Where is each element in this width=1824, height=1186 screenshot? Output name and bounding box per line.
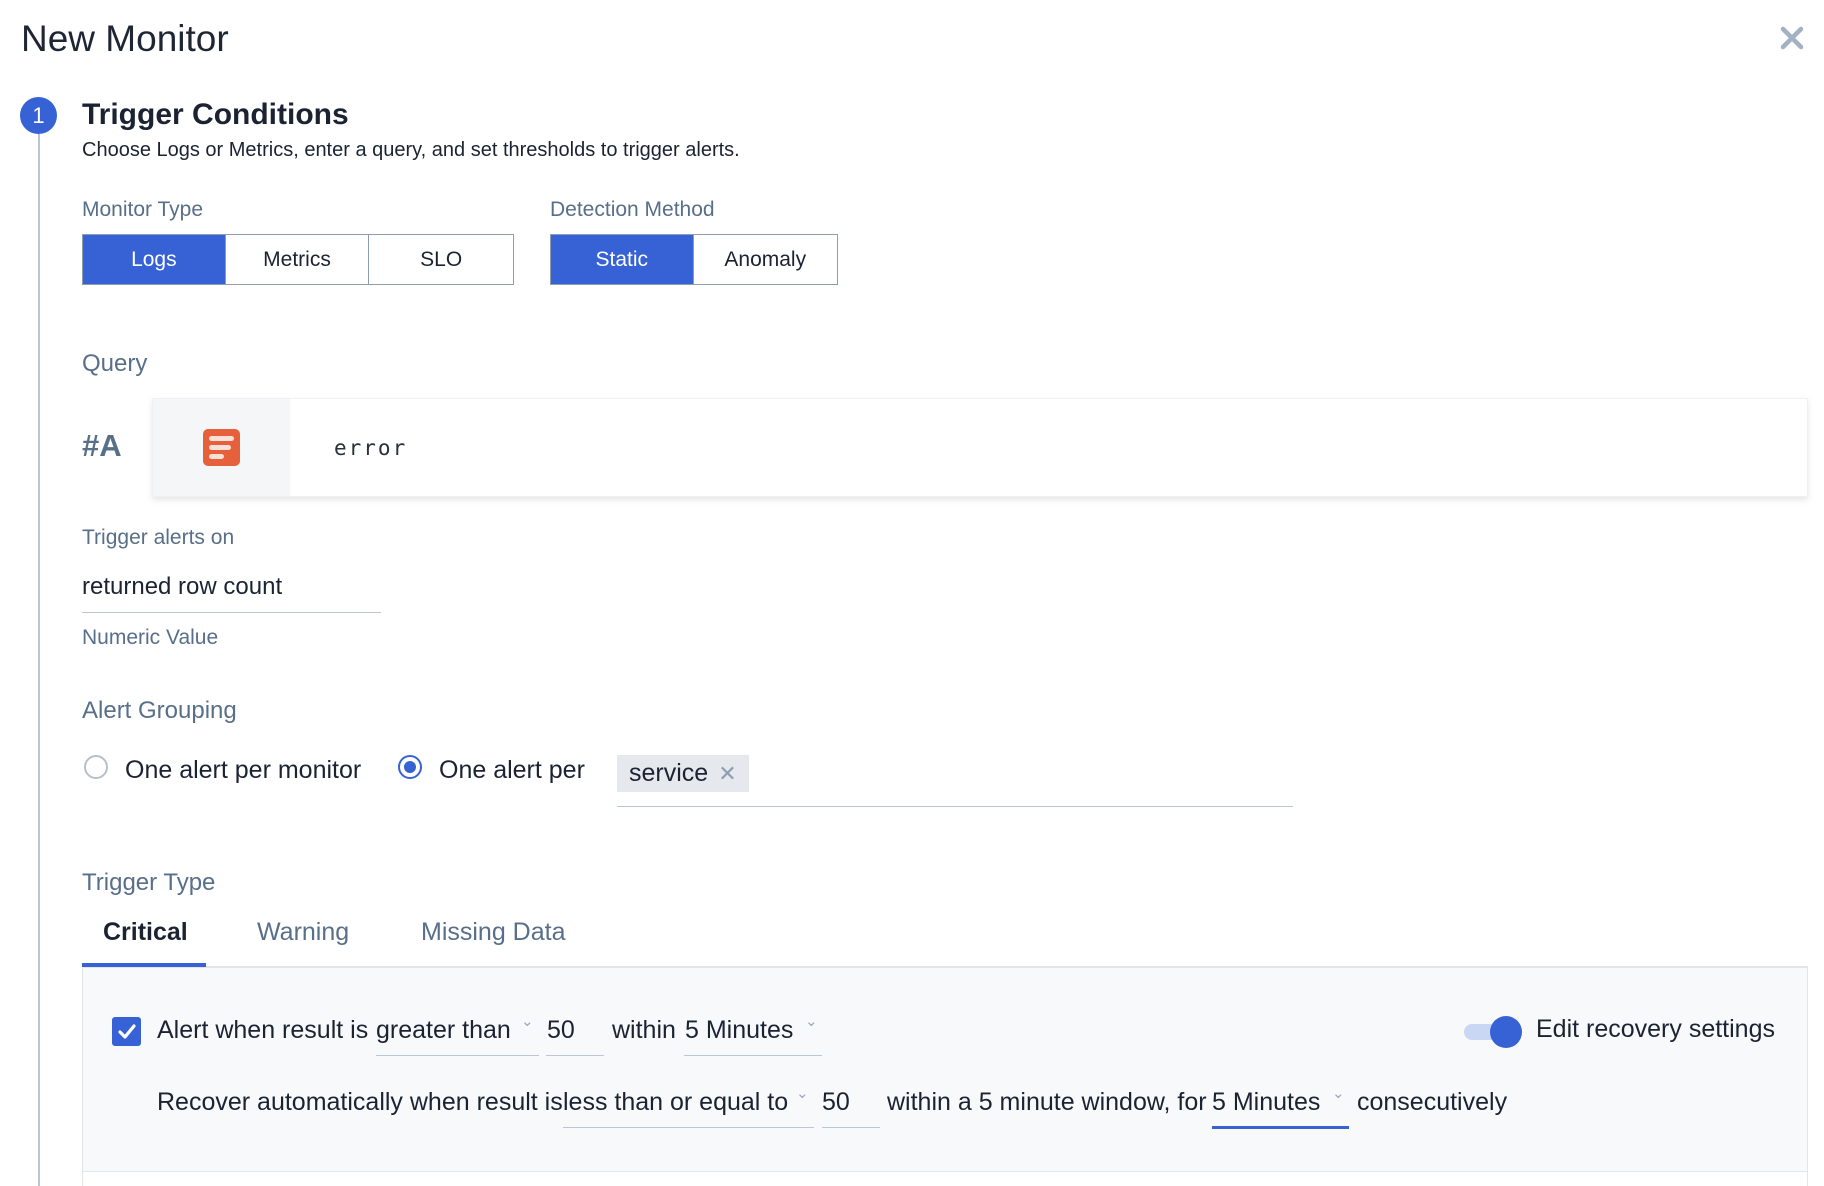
tab-warning[interactable]: Warning: [257, 918, 349, 947]
group-by-tag-label: service: [629, 759, 709, 787]
recover-operator-select[interactable]: less than or equal to: [563, 1088, 788, 1117]
radio-one-alert-per-monitor[interactable]: [84, 755, 108, 779]
chevron-down-icon: ⌄: [805, 1013, 818, 1030]
trigger-type-label: Trigger Type: [82, 869, 216, 896]
monitor-type-logs[interactable]: Logs: [83, 235, 226, 284]
tab-missing-data[interactable]: Missing Data: [421, 918, 566, 947]
monitor-type-label: Monitor Type: [82, 198, 204, 221]
group-by-tag: service ✕: [617, 755, 749, 792]
alert-operator-underline: [376, 1055, 539, 1056]
chevron-down-icon: ⌄: [796, 1085, 809, 1102]
monitor-type-slo[interactable]: SLO: [369, 235, 513, 284]
remove-tag-icon[interactable]: ✕: [718, 761, 736, 787]
recover-window-select[interactable]: 5 Minutes: [1212, 1088, 1320, 1117]
alert-threshold-underline: [546, 1055, 604, 1056]
alert-enabled-checkbox[interactable]: [112, 1017, 141, 1046]
alert-operator-select[interactable]: greater than: [376, 1016, 511, 1045]
trigger-alerts-on-underline: [82, 612, 381, 613]
alert-grouping-label: Alert Grouping: [82, 697, 237, 724]
recover-window-underline: [1212, 1126, 1349, 1129]
query-label: Query: [82, 350, 148, 377]
detection-method-selector: Static Anomaly: [550, 234, 838, 285]
radio-one-alert-per-group[interactable]: [398, 755, 422, 779]
recover-suffix-text: consecutively: [1357, 1088, 1508, 1116]
group-by-input-underline[interactable]: [617, 806, 1293, 807]
trigger-alerts-on-label: Trigger alerts on: [82, 526, 235, 549]
logs-icon: [203, 429, 240, 466]
radio-label-one-alert-per-monitor[interactable]: One alert per monitor: [125, 756, 361, 785]
alert-window-select[interactable]: 5 Minutes: [685, 1016, 793, 1045]
recover-operator-underline: [563, 1127, 814, 1128]
step-number-badge: 1: [20, 97, 57, 134]
page-title: New Monitor: [21, 18, 229, 59]
query-id: #A: [82, 428, 122, 463]
trigger-alerts-on-hint: Numeric Value: [82, 626, 219, 649]
monitor-type-metrics[interactable]: Metrics: [226, 235, 370, 284]
close-icon: [1780, 26, 1804, 50]
recovery-toggle-label[interactable]: Edit recovery settings: [1536, 1015, 1775, 1044]
detection-method-anomaly[interactable]: Anomaly: [694, 235, 838, 284]
critical-settings-panel: [82, 967, 1808, 1172]
recovery-toggle-knob[interactable]: [1490, 1016, 1522, 1048]
step-connector-line: [38, 134, 40, 1186]
panel-footer: [82, 1172, 1808, 1186]
query-row: error: [152, 398, 1808, 497]
recover-condition-prefix: Recover automatically when result is: [157, 1088, 563, 1116]
recover-threshold-underline: [822, 1127, 880, 1128]
alert-window-underline: [684, 1055, 822, 1056]
section-subtitle: Choose Logs or Metrics, enter a query, a…: [82, 139, 740, 161]
detection-method-label: Detection Method: [550, 198, 715, 221]
chevron-down-icon: ⌄: [1332, 1085, 1345, 1102]
radio-label-one-alert-per-group[interactable]: One alert per: [439, 756, 585, 785]
alert-condition-prefix: Alert when result is: [157, 1016, 369, 1044]
trigger-alerts-on-select[interactable]: returned row count: [82, 573, 282, 601]
monitor-type-selector: Logs Metrics SLO: [82, 234, 514, 285]
detection-method-static[interactable]: Static: [551, 235, 694, 284]
tab-critical[interactable]: Critical: [103, 918, 188, 947]
close-button[interactable]: [1778, 24, 1806, 52]
checkmark-icon: [117, 1023, 136, 1039]
alert-threshold-input[interactable]: 50: [547, 1016, 575, 1045]
recover-threshold-input[interactable]: 50: [822, 1088, 850, 1117]
alert-within-label: within: [612, 1016, 676, 1044]
chevron-down-icon: ⌄: [521, 1013, 534, 1030]
query-source-selector[interactable]: [153, 399, 290, 496]
recover-mid-text: within a 5 minute window, for: [887, 1088, 1207, 1116]
query-input[interactable]: error: [290, 399, 407, 496]
section-title: Trigger Conditions: [82, 98, 349, 131]
